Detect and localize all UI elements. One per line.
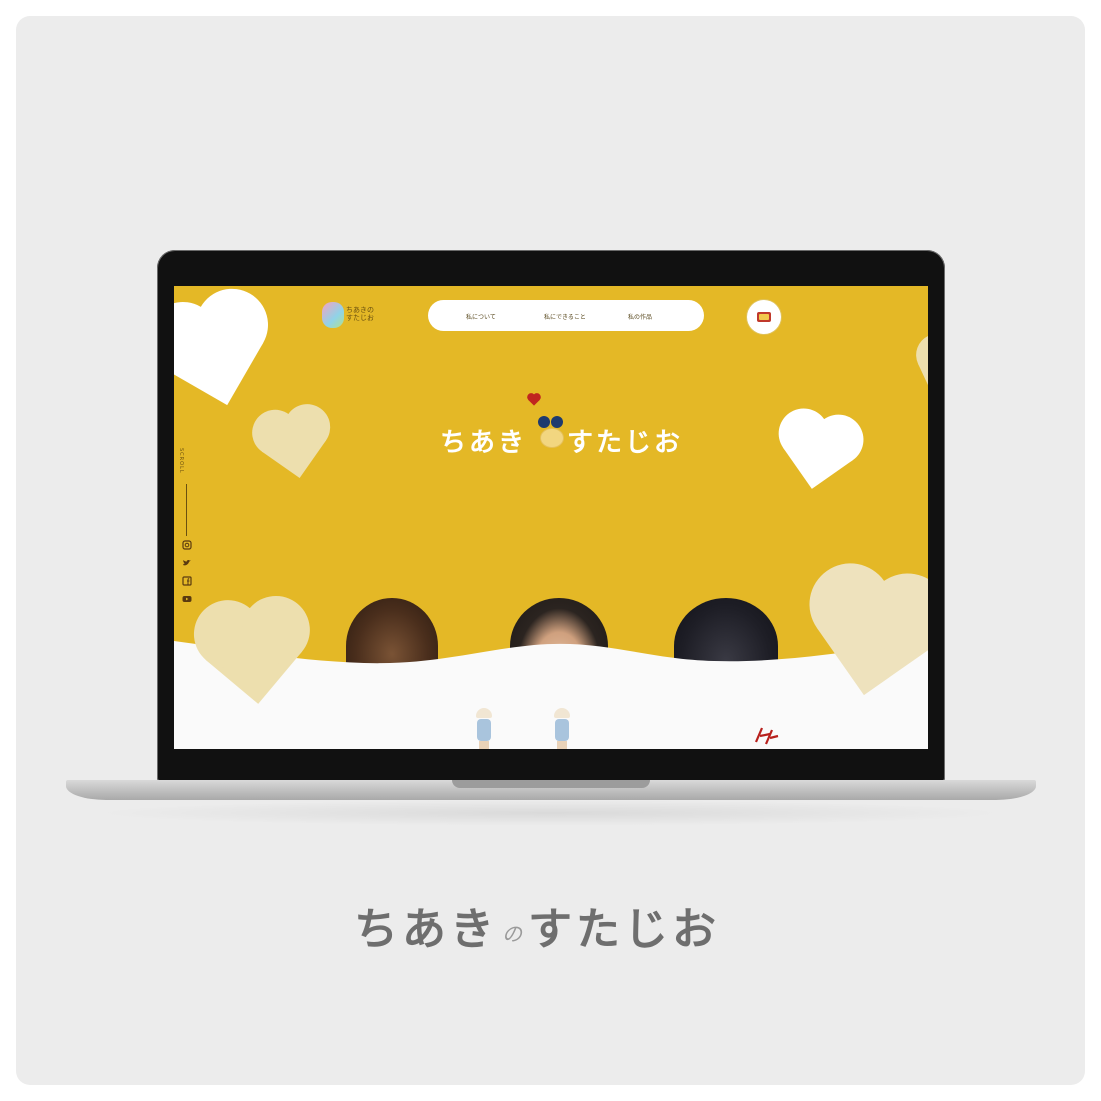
logo-text-line1: ちあきの [346,306,374,314]
logo-text-line2: すたじお [346,314,374,322]
hero-mascot-icon [536,410,566,454]
heart-decoration-left [261,413,327,479]
facebook-icon[interactable] [182,576,192,586]
kid-illustration-1 [468,708,498,749]
hero-title-right: すたじお [567,428,684,458]
heart-decoration-topright [918,346,928,402]
kid-illustration-2 [546,708,576,749]
caption-right: すたじお [528,904,720,955]
main-nav: 私について 私にできること 私の作品 [428,300,704,331]
nav-item-services[interactable]: 私にできること [544,312,586,321]
hero-title-left: ちあき [440,428,528,458]
contact-button[interactable] [747,300,781,334]
scroll-label: SCROLL [178,448,184,474]
logo-text: ちあきの すたじお [346,306,374,322]
logo-mark-icon [322,302,344,328]
scroll-line [186,484,187,536]
caption-particle: の [502,921,526,946]
caption-title: ちあき のすたじお [354,893,754,955]
mail-icon [757,312,771,322]
laptop-notch [452,780,650,788]
heart-decoration-right [783,419,853,489]
nav-item-about[interactable]: 私について [466,312,496,321]
youtube-icon[interactable] [182,594,192,604]
twitter-icon[interactable] [182,558,192,568]
caption-left: ちあき [354,904,498,955]
nav-item-works[interactable]: 私の作品 [628,312,652,321]
small-heart-icon [528,394,540,406]
instagram-icon[interactable] [182,540,192,550]
heart-decoration-topleft [174,306,264,406]
red-doodle [754,727,779,745]
laptop-shadow [90,800,1010,826]
website-screen: ちあきの すたじお 私について 私にできること 私の作品 ちあき すたじお SCR… [174,286,928,749]
site-logo[interactable]: ちあきの すたじお [322,300,392,334]
